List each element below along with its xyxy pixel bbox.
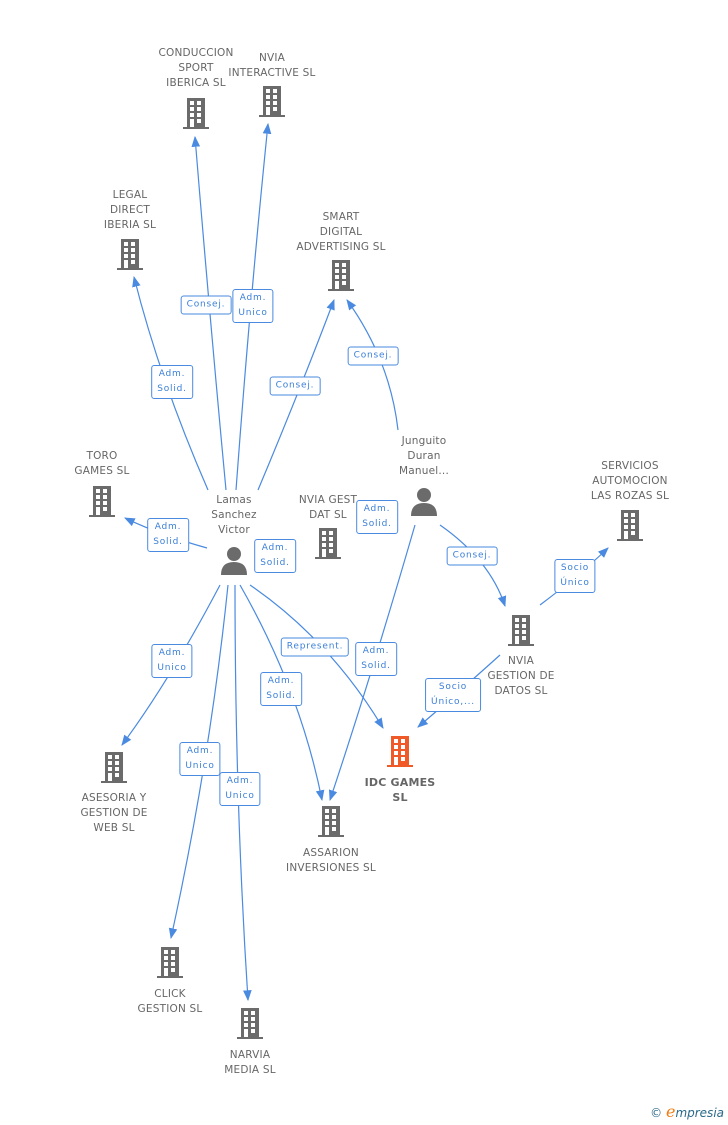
building-icon[interactable] [310, 525, 346, 565]
edge-label[interactable]: Adm. Unico [232, 289, 274, 323]
network-diagram: CONDUCCION SPORT IBERICA SL NVIA INTERACT… [0, 0, 728, 1125]
building-icon[interactable] [152, 944, 188, 984]
edge-label[interactable]: Consej. [446, 546, 498, 566]
edge-label[interactable]: Adm. Solid. [260, 672, 302, 706]
node-label[interactable]: LEGAL DIRECT IBERIA SL [104, 188, 156, 233]
building-icon[interactable] [254, 83, 290, 123]
edges-layer [121, 122, 609, 1002]
node-label[interactable]: Junguito Duran Manuel... [399, 434, 449, 479]
node-label[interactable]: NVIA INTERACTIVE SL [228, 51, 315, 81]
copyright-icon: © [650, 1106, 663, 1120]
edge-label[interactable]: Consej. [347, 346, 399, 366]
node-label[interactable]: NVIA GESTION DE DATOS SL [487, 654, 554, 699]
building-icon[interactable] [112, 236, 148, 276]
building-icon[interactable] [178, 95, 214, 135]
edge-label[interactable]: Adm. Unico [179, 742, 221, 776]
edge-label[interactable]: Adm. Solid. [355, 642, 397, 676]
person-icon[interactable] [408, 485, 440, 521]
edge-label[interactable]: Adm. Solid. [356, 500, 398, 534]
node-label[interactable]: NARVIA MEDIA SL [224, 1048, 276, 1078]
building-icon[interactable] [382, 733, 418, 773]
edge-label[interactable]: Socio Único,... [425, 678, 481, 712]
building-icon[interactable] [323, 257, 359, 297]
node-label[interactable]: ASSARION INVERSIONES SL [286, 846, 376, 876]
node-label[interactable]: SMART DIGITAL ADVERTISING SL [296, 210, 385, 255]
edge-label[interactable]: Adm. Unico [219, 772, 261, 806]
edge-label[interactable]: Socio Único [554, 559, 596, 593]
node-label[interactable]: CONDUCCION SPORT IBERICA SL [158, 46, 233, 91]
building-icon[interactable] [612, 507, 648, 547]
person-icon[interactable] [218, 544, 250, 580]
building-icon[interactable] [96, 749, 132, 789]
building-icon[interactable] [84, 483, 120, 523]
node-label[interactable]: Lamas Sanchez Victor [211, 493, 257, 538]
edge-label[interactable]: Consej. [269, 376, 321, 396]
node-label[interactable]: IDC GAMES SL [365, 775, 436, 805]
building-icon[interactable] [313, 803, 349, 843]
edge-label[interactable]: Represent. [280, 637, 350, 657]
edge [439, 524, 507, 608]
node-label[interactable]: TORO GAMES SL [74, 449, 129, 479]
edge-label[interactable]: Adm. Solid. [254, 539, 296, 573]
node-label[interactable]: CLICK GESTION SL [138, 987, 203, 1017]
edge-label[interactable]: Adm. Solid. [151, 365, 193, 399]
building-icon[interactable] [503, 612, 539, 652]
empresia-logo[interactable]: © empresia [650, 1102, 724, 1121]
edge-label[interactable]: Consej. [180, 295, 232, 315]
node-label[interactable]: ASESORIA Y GESTION DE WEB SL [80, 791, 147, 836]
node-label[interactable]: SERVICIOS AUTOMOCION LAS ROZAS SL [591, 459, 669, 504]
edge-label[interactable]: Adm. Solid. [147, 518, 189, 552]
building-icon[interactable] [232, 1005, 268, 1045]
edge-label[interactable]: Adm. Unico [151, 644, 193, 678]
node-label[interactable]: NVIA GEST DAT SL [299, 493, 357, 523]
